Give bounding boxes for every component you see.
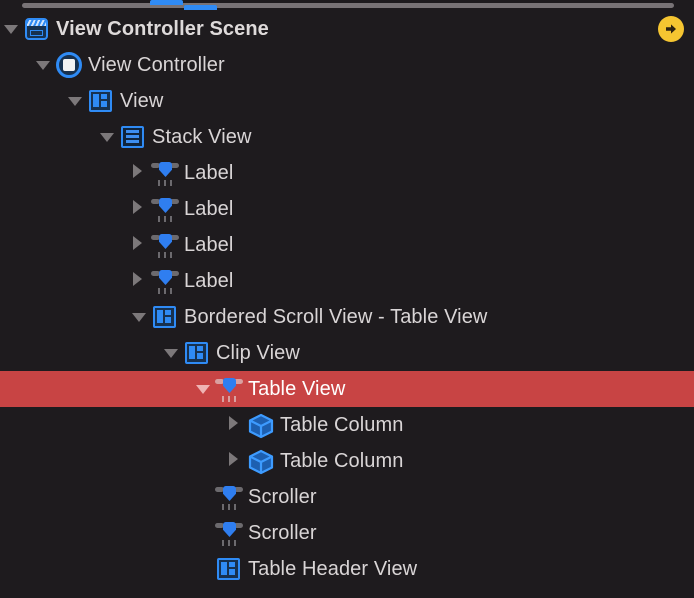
chevron-down-icon[interactable] xyxy=(32,47,54,83)
view-icon xyxy=(182,335,212,371)
outline-row[interactable]: Table Column xyxy=(0,443,694,479)
twisty-spacer xyxy=(192,479,214,515)
row-indent xyxy=(0,299,128,335)
twisty-spacer xyxy=(192,551,214,587)
outline-row-label: Label xyxy=(184,161,234,184)
scroller-icon xyxy=(214,515,244,551)
label-control-icon xyxy=(150,263,180,299)
scroller-icon xyxy=(214,479,244,515)
chevron-right-icon[interactable] xyxy=(128,155,150,191)
scene-icon xyxy=(22,11,52,47)
outline-row[interactable]: Bordered Scroll View - Table View xyxy=(0,299,694,335)
chevron-right-icon[interactable] xyxy=(224,407,246,443)
row-indent xyxy=(0,551,192,587)
outline-row[interactable]: Label xyxy=(0,155,694,191)
outline-row[interactable]: Label xyxy=(0,191,694,227)
row-indent xyxy=(0,263,128,299)
view-icon xyxy=(214,551,244,587)
outline-row-label: Label xyxy=(184,233,234,256)
outline-row[interactable]: Table Column xyxy=(0,407,694,443)
row-indent xyxy=(0,335,160,371)
twisty-spacer xyxy=(192,515,214,551)
outline-row-label: Clip View xyxy=(216,341,300,364)
label-control-icon xyxy=(150,155,180,191)
outline-row[interactable]: Table Header View xyxy=(0,551,694,587)
table-column-icon xyxy=(246,443,276,479)
view-icon xyxy=(150,299,180,335)
table-view-icon xyxy=(214,371,244,407)
outline-row[interactable]: View xyxy=(0,83,694,119)
outline-row-label: Table Column xyxy=(280,449,404,472)
outline-row-label: Stack View xyxy=(152,125,252,148)
partial-icon-top xyxy=(150,0,183,5)
outline-row-label: Scroller xyxy=(248,521,317,544)
chevron-down-icon[interactable] xyxy=(64,83,86,119)
view-controller-icon xyxy=(54,47,84,83)
document-outline-tree[interactable]: View Controller Scene View Controller View… xyxy=(0,11,694,598)
label-control-icon xyxy=(150,227,180,263)
outline-row-label: Bordered Scroll View - Table View xyxy=(184,305,488,328)
chevron-down-icon[interactable] xyxy=(128,299,150,335)
outline-row-label: Scroller xyxy=(248,485,317,508)
row-indent xyxy=(0,155,128,191)
outline-row[interactable]: Scroller xyxy=(0,515,694,551)
outline-row[interactable]: View Controller xyxy=(0,47,694,83)
chevron-right-icon[interactable] xyxy=(128,263,150,299)
row-indent xyxy=(0,407,224,443)
outline-row[interactable]: Label xyxy=(0,263,694,299)
row-indent xyxy=(0,47,32,83)
outline-row-label: View xyxy=(120,89,164,112)
row-indent xyxy=(0,227,128,263)
partial-icon-top xyxy=(184,5,217,10)
row-indent xyxy=(0,479,192,515)
outline-row[interactable]: Stack View xyxy=(0,119,694,155)
outline-row[interactable]: Scroller xyxy=(0,479,694,515)
row-indent xyxy=(0,443,224,479)
row-indent xyxy=(0,119,96,155)
table-column-icon xyxy=(246,407,276,443)
outline-row[interactable]: Table View xyxy=(0,371,694,407)
row-indent xyxy=(0,83,64,119)
outline-row[interactable]: View Controller Scene xyxy=(0,11,694,47)
row-indent xyxy=(0,515,192,551)
outline-row-label: Table Column xyxy=(280,413,404,436)
outline-row[interactable]: Clip View xyxy=(0,335,694,371)
outline-row-label: Table View xyxy=(248,377,346,400)
stack-view-icon xyxy=(118,119,148,155)
chevron-right-icon[interactable] xyxy=(128,191,150,227)
outline-row-label: Table Header View xyxy=(248,557,418,580)
view-icon xyxy=(86,83,116,119)
outline-row-label: View Controller xyxy=(88,53,225,76)
chevron-down-icon[interactable] xyxy=(192,371,214,407)
chevron-right-icon[interactable] xyxy=(128,227,150,263)
outline-row-label: View Controller Scene xyxy=(56,17,269,40)
row-indent xyxy=(0,371,192,407)
outline-bottom-peek xyxy=(0,0,694,12)
chevron-down-icon[interactable] xyxy=(96,119,118,155)
outline-row-label: Label xyxy=(184,197,234,220)
chevron-down-icon[interactable] xyxy=(160,335,182,371)
chevron-down-icon[interactable] xyxy=(0,11,22,47)
outline-row[interactable]: Label xyxy=(0,227,694,263)
chevron-right-icon[interactable] xyxy=(224,443,246,479)
row-indent xyxy=(0,191,128,227)
label-control-icon xyxy=(150,191,180,227)
outline-row-label: Label xyxy=(184,269,234,292)
